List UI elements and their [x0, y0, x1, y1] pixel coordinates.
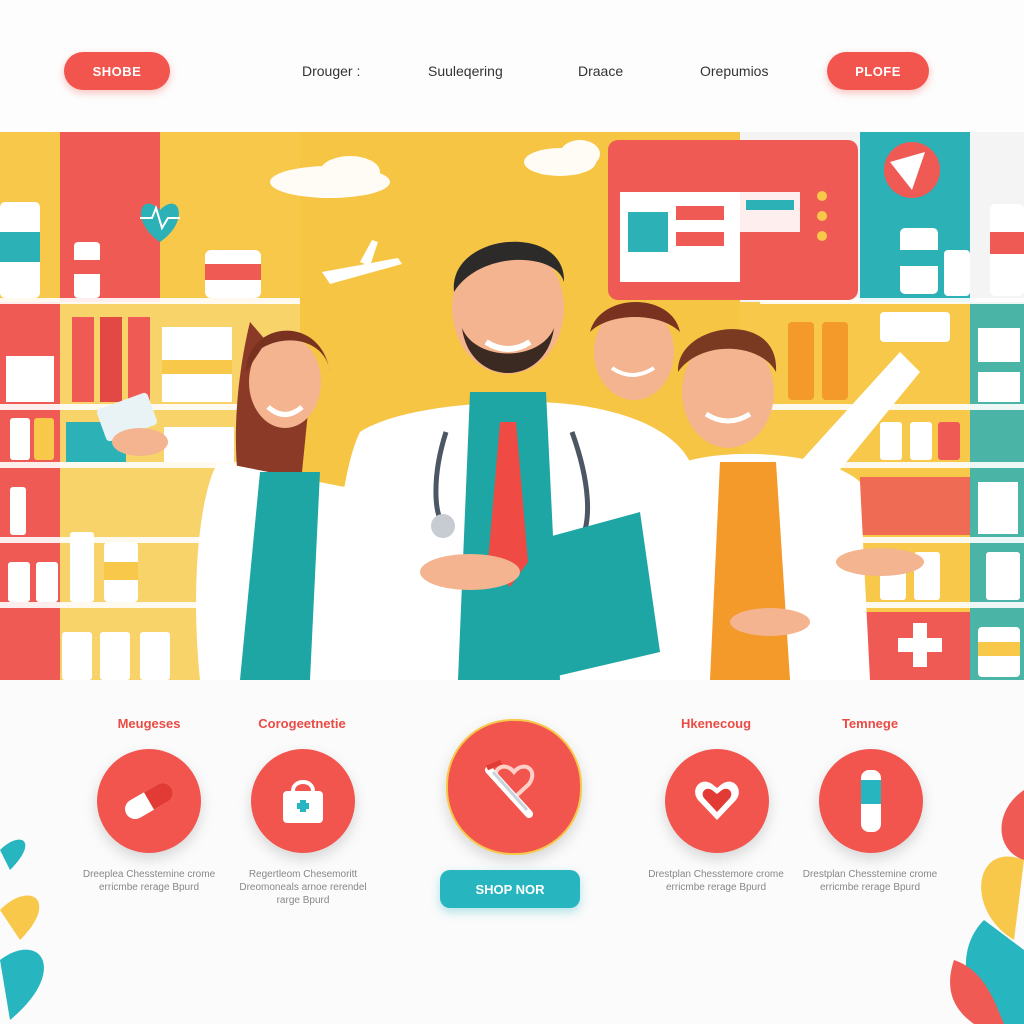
category-label-meugeses: Meugeses — [117, 716, 181, 731]
category-desc-hkenecoug: Drestplan Chesstemore crome erricmbe rer… — [648, 869, 784, 893]
category-label-temnege: Temnege — [841, 716, 899, 731]
category-medicines-button[interactable] — [97, 749, 201, 853]
nav-link-suuleqering[interactable]: Suuleqering — [428, 63, 503, 79]
shop-now-button[interactable]: SHOP NOR — [440, 870, 580, 908]
category-label-corogeetnetie: Corogeetnetie — [258, 716, 346, 731]
category-desc-meugeses: Dreeplea Chesstemine crome erricmbe rera… — [82, 869, 216, 893]
stethoscope-heart-icon — [485, 759, 535, 818]
nav-link-draace[interactable]: Draace — [578, 63, 623, 79]
category-label-hkenecoug: Hkenecoug — [680, 716, 752, 731]
category-desc-temnege: Drestplan Chesstemine crome erricmbe rer… — [802, 869, 938, 893]
nav-link-drouger[interactable]: Drouger : — [302, 63, 360, 79]
pharmacy-team-illustration — [0, 132, 1024, 680]
category-inhaler-button[interactable] — [819, 749, 923, 853]
plofe-button[interactable]: PLOFE — [827, 52, 929, 90]
category-first-aid-button[interactable] — [251, 749, 355, 853]
hero-banner — [0, 132, 1024, 680]
category-desc-corogeetnetie: Regertleom Chesemoritt Dreomoneals arnoe… — [239, 869, 367, 906]
pill-icon — [125, 783, 173, 819]
shobe-button[interactable]: SHOBE — [64, 52, 170, 90]
inhaler-icon — [861, 770, 881, 832]
leaf-decoration-left — [0, 839, 44, 1020]
heart-icon — [695, 781, 739, 820]
first-aid-bag-icon — [283, 780, 323, 823]
leaf-decoration-right — [950, 790, 1024, 1024]
featured-category-button[interactable] — [446, 719, 582, 855]
nav-link-orepumios[interactable]: Orepumios — [700, 63, 768, 79]
category-heart-button[interactable] — [665, 749, 769, 853]
top-navigation: SHOBE Drouger : Suuleqering Draace Orepu… — [0, 0, 1024, 132]
